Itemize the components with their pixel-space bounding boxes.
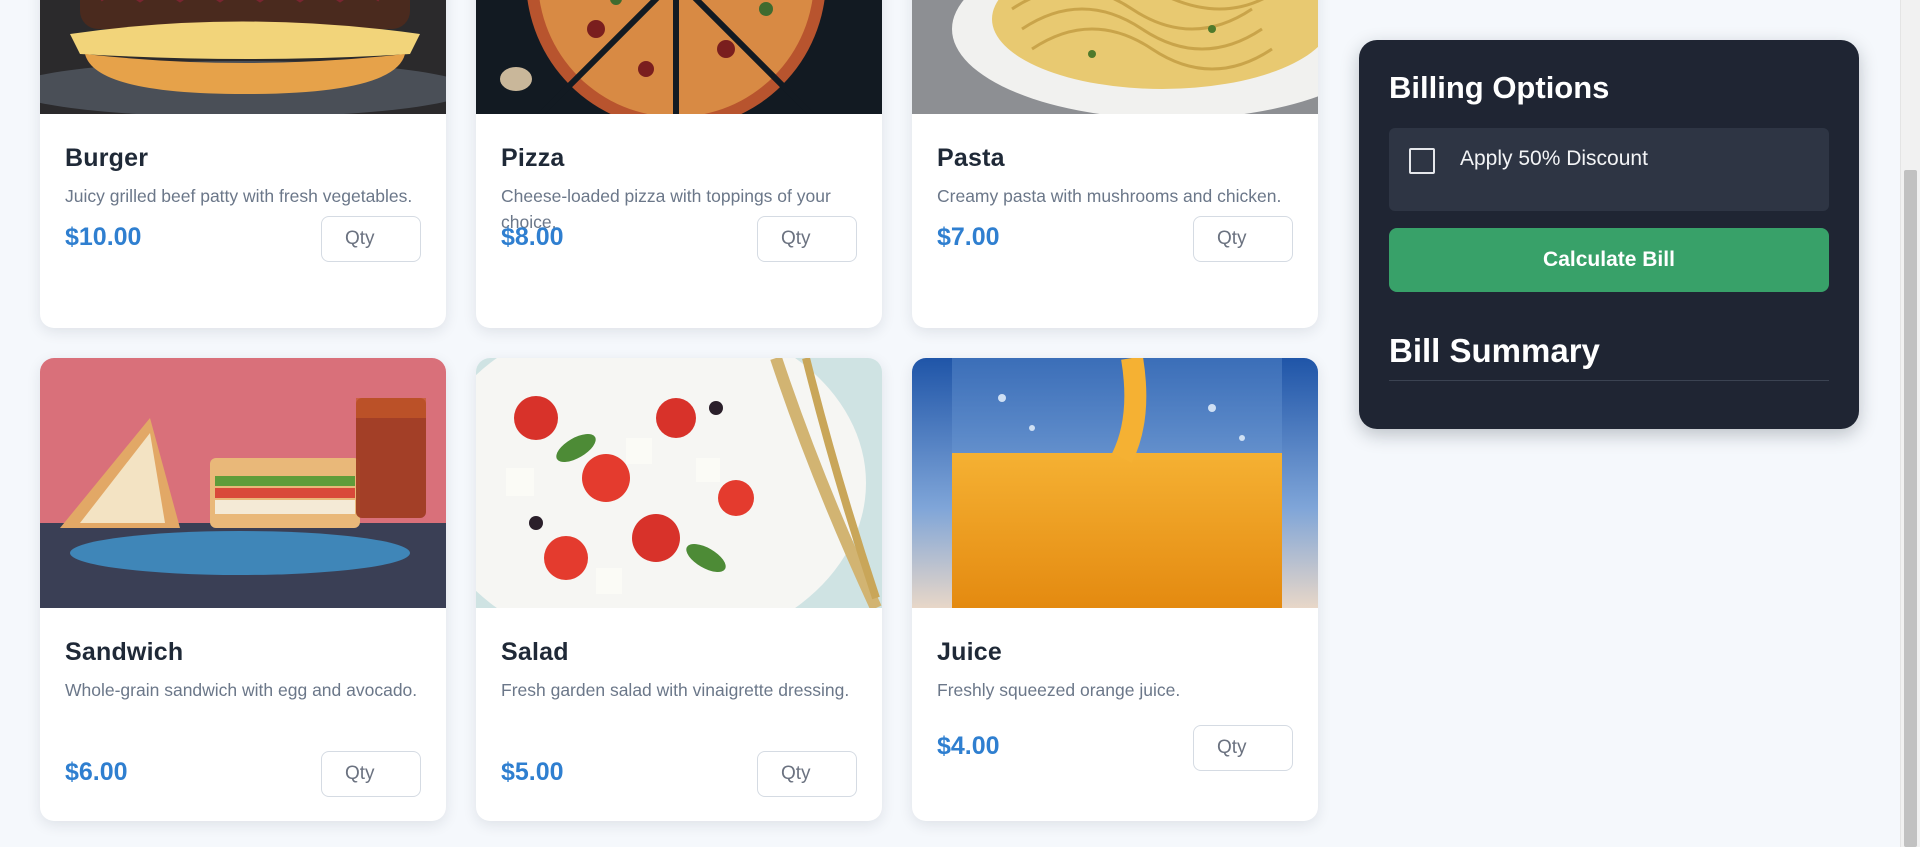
discount-checkbox[interactable] (1409, 148, 1435, 174)
menu-card-salad: Salad Fresh garden salad with vinaigrett… (476, 358, 882, 821)
item-price: $10.00 (65, 223, 142, 251)
pasta-image (912, 0, 1318, 114)
billing-title: Billing Options (1389, 70, 1610, 105)
item-name: Salad (501, 638, 569, 666)
item-description: Creamy pasta with mushrooms and chicken. (937, 186, 1282, 206)
menu-card-burger: Burger Juicy grilled beef patty with fre… (40, 0, 446, 328)
card-body: Sandwich Whole-grain sandwich with egg a… (40, 638, 446, 703)
quantity-input[interactable] (321, 751, 421, 797)
quantity-input[interactable] (321, 216, 421, 262)
item-price: $8.00 (501, 223, 564, 251)
salad-image (476, 358, 882, 608)
calculate-bill-button[interactable]: Calculate Bill (1389, 228, 1829, 292)
quantity-input[interactable] (757, 751, 857, 797)
discount-label[interactable]: Apply 50% Discount (1460, 147, 1648, 171)
card-body: Salad Fresh garden salad with vinaigrett… (476, 638, 882, 703)
item-description: Whole-grain sandwich with egg and avocad… (65, 680, 418, 700)
pizza-image (476, 0, 882, 114)
item-description: Juicy grilled beef patty with fresh vege… (65, 186, 413, 206)
menu-card-pasta: Pasta Creamy pasta with mushrooms and ch… (912, 0, 1318, 328)
item-price: $4.00 (937, 732, 1000, 760)
card-body: Pasta Creamy pasta with mushrooms and ch… (912, 144, 1318, 209)
item-description: Fresh garden salad with vinaigrette dres… (501, 680, 850, 700)
scrollbar-thumb[interactable] (1904, 170, 1917, 847)
item-name: Juice (937, 638, 1002, 666)
item-price: $6.00 (65, 758, 128, 786)
quantity-input[interactable] (1193, 216, 1293, 262)
sandwich-image (40, 358, 446, 608)
billing-panel: Billing Options Apply 50% Discount Calcu… (1359, 40, 1859, 429)
burger-image (40, 0, 446, 114)
bill-summary-title: Bill Summary (1389, 332, 1829, 381)
menu-card-pizza: Pizza Cheese-loaded pizza with toppings … (476, 0, 882, 328)
quantity-input[interactable] (1193, 725, 1293, 771)
card-body: Burger Juicy grilled beef patty with fre… (40, 144, 446, 209)
juice-image (912, 358, 1318, 608)
item-price: $5.00 (501, 758, 564, 786)
item-name: Pizza (501, 144, 565, 172)
page-scrollbar[interactable] (1900, 0, 1920, 847)
item-price: $7.00 (937, 223, 1000, 251)
item-description: Freshly squeezed orange juice. (937, 680, 1181, 700)
item-name: Pasta (937, 144, 1005, 172)
item-name: Sandwich (65, 638, 184, 666)
menu-card-sandwich: Sandwich Whole-grain sandwich with egg a… (40, 358, 446, 821)
discount-option: Apply 50% Discount (1389, 128, 1829, 211)
card-body: Juice Freshly squeezed orange juice. (912, 638, 1318, 703)
menu-card-juice: Juice Freshly squeezed orange juice. $4.… (912, 358, 1318, 821)
quantity-input[interactable] (757, 216, 857, 262)
item-name: Burger (65, 144, 149, 172)
